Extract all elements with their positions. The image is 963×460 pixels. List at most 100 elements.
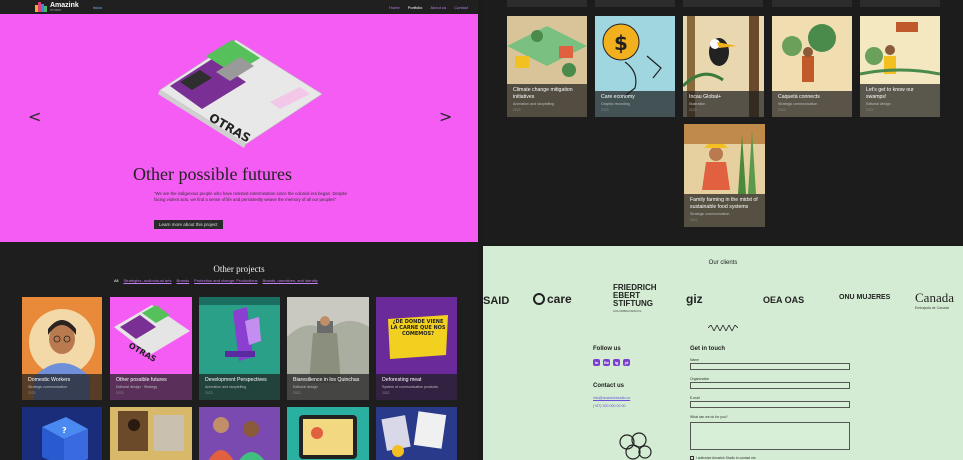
- client-logo-giz: giz: [686, 292, 703, 306]
- card-year: 2023: [689, 108, 697, 112]
- client-logo-care: care: [533, 292, 572, 306]
- filter-protection[interactable]: Protection and change: Productions: [194, 278, 257, 283]
- project-card[interactable]: Let's get to know our swamps! Editorial d…: [860, 16, 940, 117]
- hero-title: Other possible futures: [133, 164, 292, 184]
- card-category: Editorial design: [293, 385, 318, 389]
- card-title: Let's get to know our swamps!: [866, 86, 914, 100]
- card-category: Editorial design · Strategy: [116, 385, 158, 389]
- fes-label: FRIEDRICH EBERT STIFTUNG: [613, 283, 657, 308]
- cube-illustration: ?: [42, 417, 88, 460]
- top-navbar: Amazink STUDIO Inicio Home Portfolio Abo…: [0, 0, 478, 14]
- care-icon: [533, 293, 545, 305]
- consent-checkbox-row[interactable]: I authorize Amazink Studio to contact me: [690, 456, 756, 460]
- email-field[interactable]: [690, 401, 850, 408]
- instagram-icon[interactable]: ig: [613, 359, 620, 366]
- card-category: Strategic communication: [690, 212, 730, 216]
- youtube-icon[interactable]: yt: [623, 359, 630, 366]
- project-card[interactable]: Domestic Workers Strategic communication 2…: [22, 297, 102, 400]
- behance-icon[interactable]: Be: [603, 359, 610, 366]
- message-textarea[interactable]: [690, 422, 850, 450]
- project-card[interactable]: Climate change mitigation initiatives Ani…: [507, 16, 587, 117]
- canada-sub: Embajada de Canadá: [915, 306, 949, 310]
- project-card[interactable]: [287, 407, 369, 460]
- studio-flower-logo-icon: [619, 432, 652, 460]
- next-arrow-icon[interactable]: >: [439, 107, 452, 126]
- filter-strategies[interactable]: Strategies, audiovisual arts: [123, 278, 171, 283]
- organization-field[interactable]: [690, 382, 850, 389]
- card-category: Animation and storytelling: [205, 385, 247, 389]
- client-logo-fes: FRIEDRICH EBERT STIFTUNG COLOMBIA FESCOL: [613, 283, 661, 314]
- people-illustration: [208, 417, 265, 460]
- project-card[interactable]: Development Perspectives Animation and st…: [199, 297, 280, 400]
- filter-all[interactable]: All: [114, 278, 118, 283]
- documents-illustration: [381, 411, 447, 457]
- card-title: Incau Global+: [689, 93, 722, 100]
- consent-checkbox[interactable]: [690, 456, 694, 460]
- logo-subtitle: STUDIO: [50, 8, 62, 12]
- name-label: Name: [690, 358, 700, 362]
- client-logo-oea: OEA OAS: [763, 295, 805, 305]
- card-title: Deforesting meat: [382, 376, 422, 383]
- card-category: Illustration: [689, 102, 706, 106]
- book-mockup-image: OTRAS: [158, 39, 323, 148]
- card-year: 2023: [513, 108, 521, 112]
- project-card[interactable]: ?: [22, 407, 102, 460]
- contact-phone-link[interactable]: (+57) 300 000 00 00: [593, 404, 625, 408]
- nav-home[interactable]: Home: [389, 5, 400, 10]
- project-card[interactable]: Caquetá connects Strategic communication 2…: [772, 16, 852, 117]
- card-category: Strategic communication: [778, 102, 818, 106]
- card-year: 2023: [116, 391, 124, 395]
- project-card[interactable]: ¿DE DÓNDE VIENE LA CARNE QUE NOS COMEMOS…: [376, 297, 457, 400]
- nav-lang-link[interactable]: Inicio: [93, 5, 102, 10]
- hero-slider: < > OTRAS Other possible futures "We are…: [0, 14, 478, 242]
- card-category: Animation and storytelling: [513, 102, 555, 106]
- svg-text:?: ?: [62, 426, 67, 435]
- project-card[interactable]: Biaresilience in los Quinchas Editorial d…: [287, 297, 369, 400]
- card-title: Domestic Workers: [28, 376, 71, 383]
- sign-text: ¿DE DÓNDE VIENE LA CARNE QUE NOS COMEMOS…: [390, 319, 446, 337]
- card-year: 2022: [690, 218, 698, 222]
- hero-quote: "We are the indigenous people who have r…: [154, 191, 348, 203]
- card-title: Other possible futures: [116, 376, 167, 383]
- collage-illustration: [118, 411, 184, 451]
- footer-panel: Our clients SAID care FRIEDRICH EBERT ST…: [483, 246, 963, 460]
- filter-narratives[interactable]: Brands, narratives, and identity: [263, 278, 318, 283]
- message-label: What can we do for you?: [690, 415, 728, 419]
- project-card[interactable]: [199, 407, 280, 460]
- squiggle-divider-icon: [708, 325, 738, 331]
- project-card[interactable]: OTRAS Other possible futures Editorial de…: [110, 297, 192, 400]
- nav-contact[interactable]: Contact: [454, 5, 468, 10]
- email-label: E-mail: [690, 396, 700, 400]
- project-card[interactable]: Family farming in the midst of sustainab…: [684, 124, 765, 227]
- card-year: 2022: [293, 391, 301, 395]
- nav-about[interactable]: About us: [430, 5, 446, 10]
- name-field[interactable]: [690, 363, 850, 370]
- client-logo-usaid: SAID: [483, 295, 510, 307]
- contact-email-link[interactable]: info@amazinkstudio.co: [593, 396, 630, 400]
- client-care-label: care: [547, 292, 572, 306]
- project-card[interactable]: Incau Global+ Illustration 2023: [683, 16, 764, 117]
- nav-links: Home Portfolio About us Contact: [389, 5, 468, 10]
- portfolio-grid-panel: Climate change mitigation initiatives Ani…: [483, 0, 963, 244]
- contact-us-title: Contact us: [593, 383, 625, 389]
- project-card[interactable]: $ Care economy Graphic recording 2023: [595, 16, 675, 117]
- card-title: Biaresilience in los Quinchas: [293, 376, 360, 383]
- nav-portfolio[interactable]: Portfolio: [408, 5, 423, 10]
- logo[interactable]: Amazink STUDIO: [35, 2, 79, 12]
- card-category: System of communication products: [382, 385, 438, 389]
- clients-title: Our clients: [708, 260, 738, 266]
- filter-brands[interactable]: Brands: [176, 278, 189, 283]
- logo-mark-icon: [35, 2, 47, 12]
- fes-sub: COLOMBIA FESCOL: [613, 309, 642, 313]
- client-logo-canada: Canada Embajada de Canadá: [915, 290, 954, 310]
- project-card[interactable]: [110, 407, 192, 460]
- prev-arrow-icon[interactable]: <: [28, 107, 41, 126]
- linkedin-icon[interactable]: in: [593, 359, 600, 366]
- social-links: in Be ig yt: [593, 359, 630, 366]
- card-category: Graphic recording: [601, 102, 630, 106]
- get-in-touch-title: Get in touch: [690, 346, 725, 352]
- project-card[interactable]: [376, 407, 457, 460]
- card-year: 2023: [601, 108, 609, 112]
- card-year: 2023: [28, 391, 36, 395]
- learn-more-button[interactable]: Learn more about this project: [154, 220, 223, 229]
